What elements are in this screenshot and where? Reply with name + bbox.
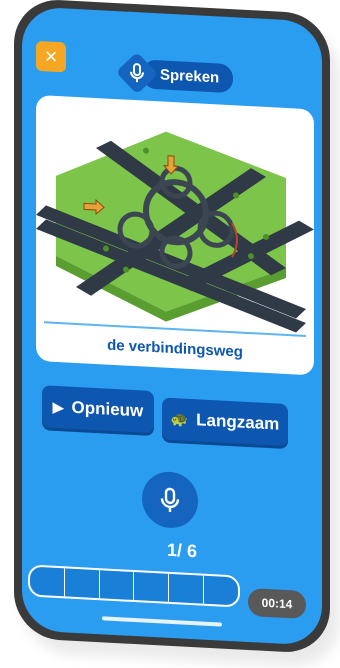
progress-segment bbox=[30, 566, 65, 597]
home-indicator[interactable] bbox=[102, 616, 222, 627]
highway-interchange-illustration bbox=[36, 131, 314, 333]
close-button[interactable]: × bbox=[36, 40, 66, 73]
counter-separator: / bbox=[176, 540, 187, 561]
vocab-word: de verbindingsweg bbox=[107, 336, 243, 361]
progress-segment bbox=[134, 572, 170, 602]
mode-mic-badge bbox=[115, 51, 159, 95]
replay-label: Opnieuw bbox=[71, 397, 144, 421]
question-counter: 1/ 6 bbox=[152, 539, 212, 563]
record-button[interactable] bbox=[142, 470, 198, 530]
counter-current: 1 bbox=[166, 539, 177, 561]
microphone-icon bbox=[160, 487, 180, 512]
turtle-icon: 🐢 bbox=[170, 410, 189, 428]
progress-segment bbox=[204, 576, 238, 606]
phone-frame: × Spreken de verbindingsweg ▶ Opnieuw 🐢 … bbox=[14, 0, 330, 655]
mode-indicator: Spreken bbox=[115, 51, 234, 95]
slow-button[interactable]: 🐢 Langzaam bbox=[162, 397, 288, 447]
vocab-card: de verbindingsweg bbox=[36, 94, 314, 376]
play-icon: ▶ bbox=[52, 398, 64, 415]
progress-segment bbox=[99, 570, 135, 601]
progress-segment bbox=[169, 573, 205, 604]
progress-segment bbox=[64, 568, 100, 599]
replay-button[interactable]: ▶ Opnieuw bbox=[42, 385, 154, 434]
counter-total: 6 bbox=[187, 540, 198, 562]
progress-bar bbox=[28, 564, 240, 608]
microphone-icon bbox=[130, 63, 144, 83]
app-screen: × Spreken de verbindingsweg ▶ Opnieuw 🐢 … bbox=[22, 6, 322, 646]
timer-badge: 00:14 bbox=[248, 587, 306, 620]
close-icon: × bbox=[44, 43, 58, 69]
slow-label: Langzaam bbox=[196, 410, 280, 434]
